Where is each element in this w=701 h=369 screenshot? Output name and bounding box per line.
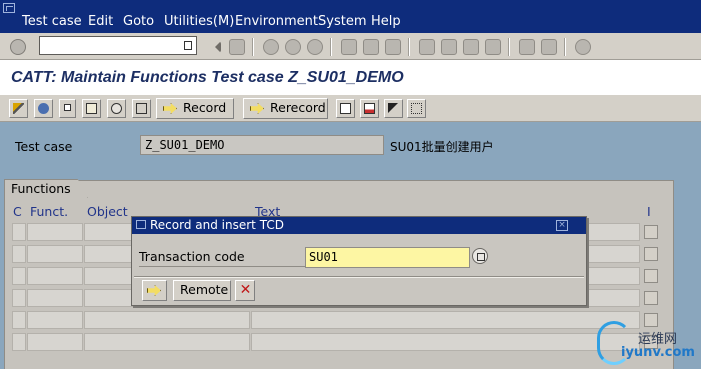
toolbar-icons [0, 33, 701, 60]
funct-cell[interactable] [27, 267, 83, 285]
menu-goto[interactable]: Goto [123, 14, 154, 29]
select-icon[interactable] [59, 99, 76, 118]
row-select-cell[interactable] [12, 333, 26, 351]
funct-cell[interactable] [27, 333, 83, 351]
cancel-x-icon: ✕ [239, 282, 252, 298]
transaction-code-input[interactable]: SU01 [305, 247, 470, 268]
row-select-cell[interactable] [12, 311, 26, 329]
column-header-i[interactable]: I [647, 204, 651, 219]
exit-icon[interactable] [285, 39, 301, 55]
row-select-cell[interactable] [12, 245, 26, 263]
last-page-icon[interactable] [485, 39, 501, 55]
test-case-label: Test case [15, 139, 73, 154]
edit-pencil-icon[interactable] [9, 99, 28, 118]
value-help-icon[interactable] [472, 248, 488, 264]
row-checkbox[interactable] [644, 313, 658, 327]
rerecord-label: Rerecord [270, 100, 326, 115]
menu-edit[interactable]: Edit [88, 14, 113, 29]
row-checkbox[interactable] [644, 225, 658, 239]
object-cell[interactable] [84, 311, 250, 329]
first-page-icon[interactable] [419, 39, 435, 55]
menu-bar: Test case Edit Goto Utilities(M) Environ… [0, 0, 701, 33]
continue-button[interactable] [142, 280, 167, 301]
help-icon[interactable] [575, 39, 591, 55]
test-case-field: Z_SU01_DEMO [140, 135, 384, 155]
hierarchy-icon[interactable] [132, 99, 151, 118]
title-bar: CATT: Maintain Functions Test case Z_SU0… [0, 60, 701, 95]
dialog-title: Record and insert TCD [150, 218, 284, 232]
remote-label: Remote [180, 282, 229, 297]
menu-system[interactable]: System [318, 14, 366, 29]
move-icon[interactable] [407, 99, 426, 118]
column-header-object[interactable]: Object [87, 204, 128, 219]
arrow-right-icon [163, 103, 177, 114]
column-header-c[interactable]: C [13, 204, 22, 219]
text-cell[interactable] [251, 333, 640, 351]
display-change-icon[interactable] [34, 99, 53, 118]
row-checkbox[interactable] [644, 247, 658, 261]
row-checkbox[interactable] [644, 291, 658, 305]
page-title: CATT: Maintain Functions Test case Z_SU0… [11, 69, 404, 86]
find-icon[interactable] [363, 39, 379, 55]
menu-utilities[interactable]: Utilities(M) [164, 14, 234, 29]
find-next-icon[interactable] [385, 39, 401, 55]
dialog-menu-icon[interactable] [136, 220, 146, 229]
insert-row-icon[interactable] [336, 99, 355, 118]
cancel-icon[interactable] [307, 39, 323, 55]
row-select-cell[interactable] [12, 289, 26, 307]
application-toolbar: Record Rerecord [0, 95, 701, 122]
menu-help[interactable]: Help [371, 14, 401, 29]
menu-environment[interactable]: Environment [235, 14, 318, 29]
create-session-icon[interactable] [519, 39, 535, 55]
system-menu-icon[interactable] [3, 3, 15, 13]
funct-cell[interactable] [27, 245, 83, 263]
row-checkbox[interactable] [644, 269, 658, 283]
save-icon[interactable] [229, 39, 245, 55]
details-icon[interactable] [82, 99, 101, 118]
shortcut-icon[interactable] [541, 39, 557, 55]
remote-button[interactable]: Remote [173, 280, 231, 301]
record-label: Record [183, 100, 227, 115]
watermark-url: iyunv.com [621, 345, 695, 360]
cancel-button[interactable]: ✕ [235, 280, 255, 301]
print-icon[interactable] [341, 39, 357, 55]
object-cell[interactable] [84, 333, 250, 351]
dialog-title-bar: Record and insert TCD × [132, 217, 586, 234]
row-select-cell[interactable] [12, 223, 26, 241]
transaction-code-label: Transaction code [139, 249, 245, 264]
rerecord-button[interactable]: Rerecord [243, 98, 328, 119]
delete-row-icon[interactable] [360, 99, 379, 118]
select-block-icon[interactable] [384, 99, 403, 118]
previous-page-icon[interactable] [441, 39, 457, 55]
tab-functions[interactable]: Functions [4, 179, 88, 198]
text-cell[interactable] [251, 311, 640, 329]
column-header-funct[interactable]: Funct. [30, 204, 68, 219]
funct-cell[interactable] [27, 311, 83, 329]
record-insert-tcd-dialog: Record and insert TCD × Transaction code… [131, 216, 587, 306]
execute-icon[interactable] [107, 99, 126, 118]
funct-cell[interactable] [27, 223, 83, 241]
close-icon[interactable]: × [556, 220, 568, 231]
row-select-cell[interactable] [12, 267, 26, 285]
back-icon[interactable] [209, 41, 221, 53]
next-page-icon[interactable] [463, 39, 479, 55]
back-nav-icon[interactable] [263, 39, 279, 55]
arrow-right-icon [147, 285, 161, 296]
test-case-description: SU01批量创建用户 [390, 140, 494, 154]
record-button[interactable]: Record [156, 98, 234, 119]
menu-test-case[interactable]: Test case [22, 14, 82, 29]
arrow-right-icon [250, 103, 264, 114]
funct-cell[interactable] [27, 289, 83, 307]
